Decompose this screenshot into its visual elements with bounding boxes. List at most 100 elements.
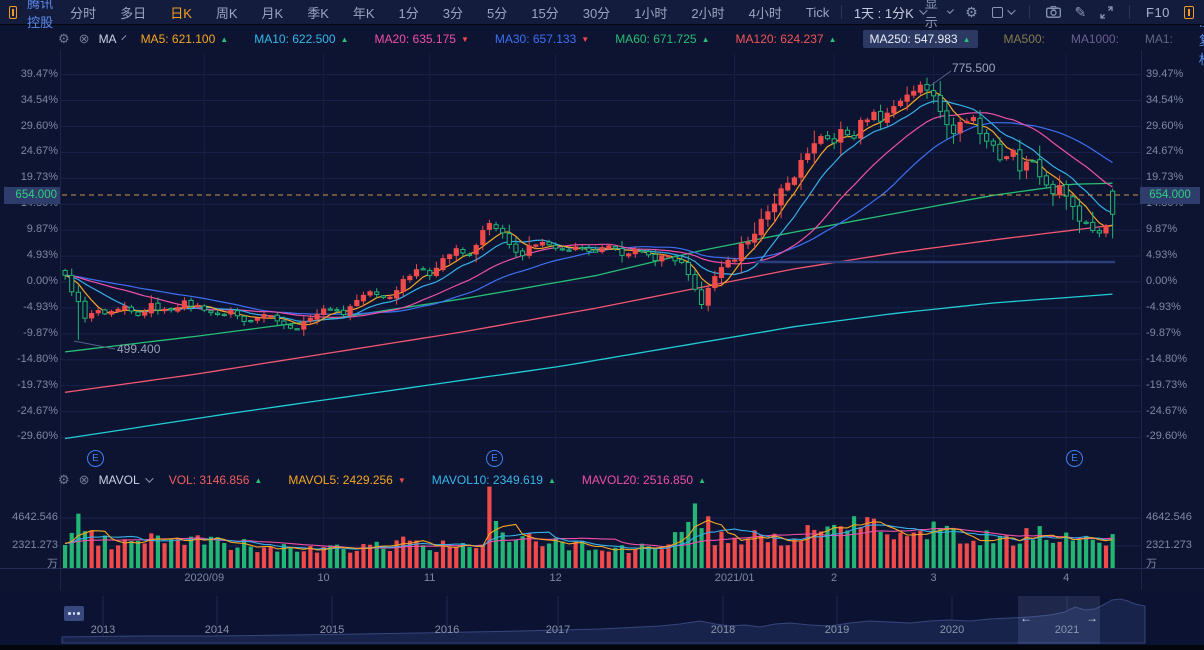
ma-indicator-row: ⚙ ⊗ MA MA5: 621.100▲MA10: 622.500▲MA20: … [58, 28, 1200, 50]
indicator-text: VOL: 3146.856 [169, 473, 250, 487]
period-tab-30分[interactable]: 30分 [583, 3, 610, 22]
indicator-text: MA120: 624.237 [736, 32, 824, 46]
price-axis-tick: -19.73% [0, 379, 58, 391]
indicator-name[interactable]: MAVOL [99, 473, 140, 487]
up-triangle-icon: ▲ [698, 476, 706, 485]
price-axis-tick: -14.80% [1146, 353, 1204, 365]
x-axis-label: 11 [424, 572, 435, 584]
indicator-value-MA60: MA60: 671.725 ▲ [615, 32, 709, 46]
low-price-annotation: 499.400 [117, 342, 160, 356]
navigator-year-label: 2018 [711, 624, 735, 636]
chevron-down-icon[interactable] [145, 474, 153, 482]
indicator-value-MA120: MA120: 624.237 ▲ [736, 32, 837, 46]
x-axis-label: 2020/09 [184, 572, 224, 584]
f10-button[interactable]: F10 [1146, 5, 1170, 20]
fullscreen-icon[interactable] [1100, 6, 1113, 19]
period-tab-Tick[interactable]: Tick [806, 5, 829, 20]
down-triangle-icon: ▼ [461, 35, 469, 44]
custom-period-dropdown[interactable]: 1天 : 1分K [854, 3, 925, 22]
navigator-year-label: 2016 [435, 624, 459, 636]
period-tab-月K[interactable]: 月K [262, 3, 284, 22]
price-axis-tick: -24.67% [1146, 405, 1204, 417]
indicator-close-icon[interactable]: ⊗ [79, 472, 90, 488]
indicator-value-MA10: MA10: 622.500▲ [254, 32, 348, 46]
symbol-name[interactable]: 腾讯控股 [27, 0, 56, 31]
chart-style-dropdown[interactable] [992, 7, 1013, 18]
navigator-year-label: 2019 [825, 624, 849, 636]
settings-gear-icon[interactable]: ⚙ [965, 4, 978, 21]
up-triangle-icon: ▲ [702, 35, 710, 44]
indicator-close-icon[interactable]: ⊗ [79, 31, 90, 47]
indicator-text: MA60: 671.725 [615, 32, 696, 46]
chevron-down-icon [947, 7, 954, 14]
indicator-text: MAVOL10: 2349.619 [432, 473, 543, 487]
indicator-settings-gear-icon[interactable]: ⚙ [58, 472, 70, 488]
down-triangle-icon: ▼ [581, 35, 589, 44]
pencil-draw-icon[interactable]: ✎ [1075, 4, 1087, 21]
camera-icon[interactable] [1046, 6, 1061, 18]
price-axis-tick: 39.47% [0, 68, 58, 80]
period-tab-年K[interactable]: 年K [353, 3, 375, 22]
x-axis-label: 2021/01 [715, 572, 755, 584]
x-axis-label: 10 [317, 572, 329, 584]
indicator-settings-gear-icon[interactable]: ⚙ [58, 31, 70, 47]
indicator-text: MAVOL5: 2429.256 [288, 473, 393, 487]
up-triangle-icon: ▲ [220, 35, 228, 44]
chevron-down-icon [1007, 6, 1015, 14]
x-axis-label: 2 [831, 572, 837, 584]
price-axis-tick: -4.93% [0, 301, 58, 313]
period-tab-5分[interactable]: 5分 [487, 3, 507, 22]
navigator-selection-window[interactable]: ← → [1018, 596, 1100, 644]
display-label: 显示 [925, 0, 943, 31]
navigator-more-button[interactable] [64, 606, 84, 621]
bottom-strip [0, 645, 1204, 650]
selection-right-handle-icon[interactable]: → [1086, 611, 1098, 625]
event-marker[interactable]: E [1066, 450, 1083, 467]
period-tab-15分[interactable]: 15分 [531, 3, 558, 22]
event-marker[interactable]: E [87, 450, 104, 467]
period-tab-3分[interactable]: 3分 [443, 3, 463, 22]
price-axis-tick: -9.87% [0, 327, 58, 339]
period-tab-1小时[interactable]: 1小时 [634, 3, 667, 22]
indicator-text: MA20: 635.175 [375, 32, 456, 46]
indicator-value-MA1000: MA1000: [1071, 32, 1119, 46]
price-axis-tick: -29.60% [1146, 430, 1204, 442]
period-tab-多日[interactable]: 多日 [120, 3, 146, 22]
indicator-text: MA30: 657.133 [495, 32, 576, 46]
price-axis-tick: -24.67% [0, 405, 58, 417]
period-tab-日K[interactable]: 日K [170, 3, 192, 22]
period-tab-1分[interactable]: 1分 [399, 3, 419, 22]
indicator-text: MAVOL20: 2516.850 [582, 473, 693, 487]
quote-window-icon[interactable] [1184, 6, 1194, 19]
period-tab-季K[interactable]: 季K [307, 3, 329, 22]
selection-left-handle-icon[interactable]: ← [1020, 611, 1032, 625]
mavol-values: VOL: 3146.856▲MAVOL5: 2429.256▼MAVOL10: … [169, 473, 732, 487]
chevron-down-icon[interactable] [121, 35, 126, 40]
period-tab-4小时[interactable]: 4小时 [749, 3, 782, 22]
high-price-annotation: 775.500 [952, 61, 995, 75]
period-tab-2小时[interactable]: 2小时 [691, 3, 724, 22]
indicator-value-MA500: MA500: [1004, 32, 1045, 46]
event-marker[interactable]: E [486, 450, 503, 467]
volume-axis-unit: 万 [0, 555, 58, 571]
price-axis-tick: 29.60% [1146, 120, 1204, 132]
indicator-text: MA10: 622.500 [254, 32, 335, 46]
price-axis-tick: 4.93% [0, 249, 58, 261]
up-triangle-icon: ▲ [829, 35, 837, 44]
price-axis-tick: -29.60% [0, 430, 58, 442]
square-icon [992, 7, 1003, 18]
indicator-value-MA30: MA30: 657.133 ▼ [495, 32, 589, 46]
period-tab-周K[interactable]: 周K [216, 3, 238, 22]
k-line-window-icon[interactable] [9, 6, 17, 19]
toolbar-right: 显示 ⚙ ✎ F10 [925, 0, 1204, 31]
volume-axis-tick: 4642.546 [1146, 511, 1204, 523]
chart-canvas [0, 0, 1204, 650]
current-price-tag-right: 654.000 [1140, 187, 1200, 204]
indicator-value-MAVOL10: MAVOL10: 2349.619▲ [432, 473, 556, 487]
display-dropdown[interactable]: 显示 [925, 0, 951, 31]
period-tab-分时[interactable]: 分时 [70, 3, 96, 22]
indicator-name[interactable]: MA [99, 32, 117, 46]
indicator-value-VOL: VOL: 3146.856▲ [169, 473, 263, 487]
navigator-year-label: 2014 [205, 624, 229, 636]
indicator-value-MA250: MA250: 547.983▲ [863, 30, 978, 48]
